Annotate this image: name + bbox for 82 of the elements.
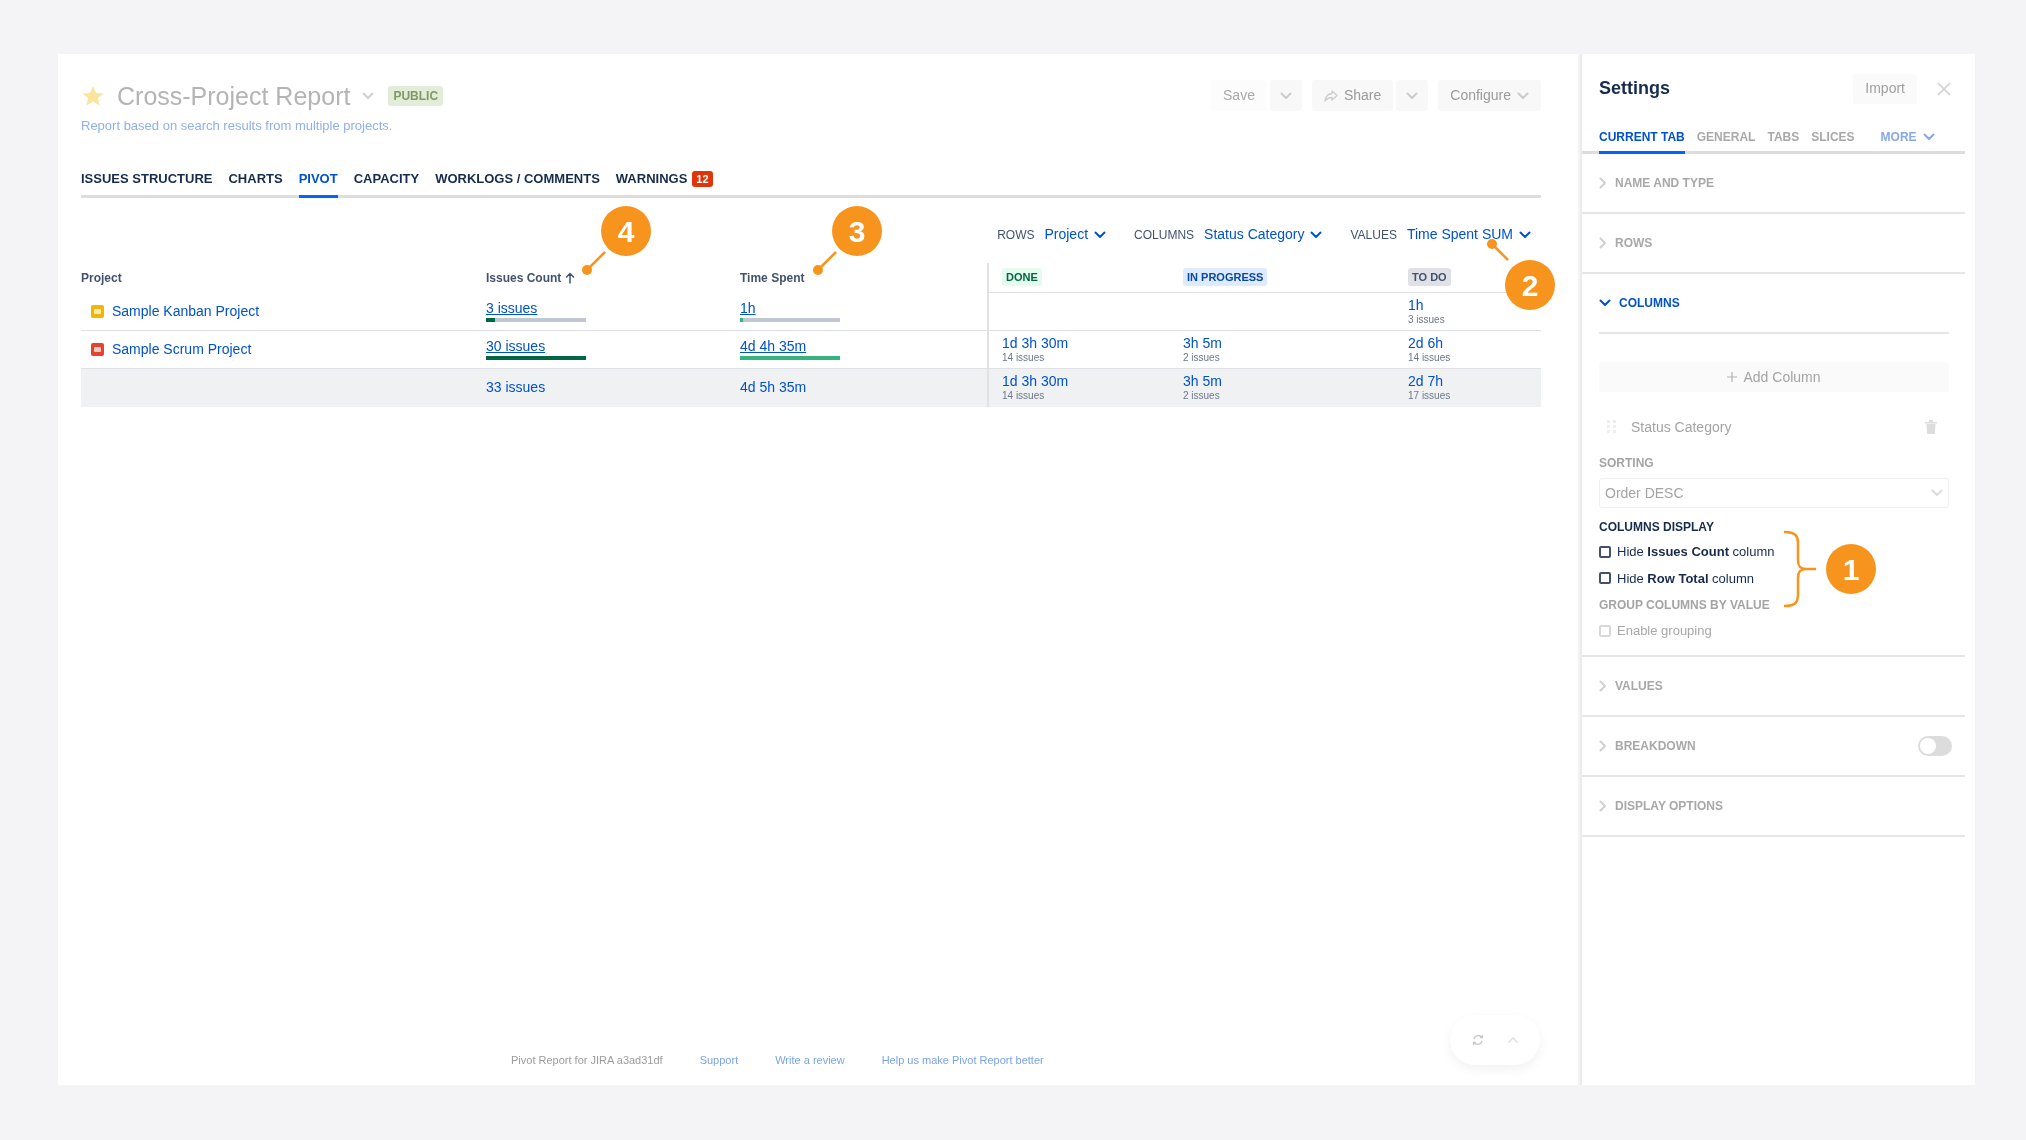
chevron-down-icon [1279,91,1292,100]
field-label: COLUMNS DISPLAY [1599,519,1715,536]
total-link[interactable]: 4d 5h 35m [740,377,807,398]
chevron-right-icon [1599,679,1607,692]
column-header[interactable]: Time Spent [740,262,987,293]
report-title: Cross-Project Report [117,83,351,109]
checkbox-label: Enable grouping [1617,622,1712,640]
value-link[interactable]: 1h [1408,296,1424,314]
checkbox-label: Hide Row Total column [1617,569,1755,588]
option-label: ROWS [997,226,1035,244]
value-link[interactable]: 3h 5m [1183,334,1222,352]
issue-count: 14 issues [1002,390,1045,402]
issue-count: 2 issues [1183,351,1220,364]
issue-count: 17 issues [1408,390,1451,402]
column-header[interactable]: Issues Count [486,262,740,293]
status-lozenge: IN PROGRESS [1183,267,1268,287]
project-link[interactable]: Sample Kanban Project [112,300,260,322]
toggle-switch[interactable] [1918,735,1952,756]
checkbox-label: Hide Issues Count column [1617,543,1775,561]
tab[interactable]: WARNINGS 12 [615,169,713,198]
trash-icon [1925,420,1937,434]
close-button[interactable] [1935,79,1953,98]
dropdown-button[interactable] [1269,80,1302,111]
plus-icon [1727,372,1738,382]
chevron-right-icon [1599,177,1607,189]
total-link[interactable]: 33 issues [486,377,546,398]
public-badge: PUBLIC [388,86,444,106]
chevron-down-icon [1094,230,1107,239]
value-link[interactable]: 3 issues [486,300,538,317]
checkbox[interactable] [1599,545,1611,558]
footer-text: Pivot Report for JIRA a3ad31df [511,1052,663,1068]
panel-title: Settings [1599,77,1670,100]
chevron-down-icon [1599,299,1611,307]
field-label: SORTING [1599,455,1655,472]
count-badge: 12 [692,170,713,187]
issue-count: 14 issues [1408,351,1451,364]
value-link[interactable]: 1h [740,300,756,317]
tab[interactable]: ISSUES STRUCTURE [81,169,213,198]
option-dropdown[interactable]: Time Spent SUM [1406,224,1531,245]
chevron-down-icon [1406,91,1419,100]
value-link[interactable]: 2d 6h [1408,334,1444,352]
chevron-down-icon [1931,489,1943,497]
chevron-down-icon [1922,133,1935,141]
value-link[interactable]: 4d 4h 35m [740,338,807,355]
caret-icon [362,92,375,100]
status-lozenge: TO DO [1408,267,1451,287]
project-link[interactable]: Sample Scrum Project [112,338,252,360]
option-dropdown[interactable]: Status Category [1204,224,1323,245]
value-link[interactable]: 1d 3h 30m [1002,373,1069,390]
chevron-right-icon [1599,237,1607,249]
refresh-icon [1470,1033,1485,1047]
checkbox[interactable] [1599,572,1611,585]
report-description: Report based on search results from multiple projects. [81,117,394,135]
chevron-right-icon [1599,799,1607,812]
chevron-right-icon [1599,739,1607,752]
chevron-down-icon [1519,230,1531,239]
option-label: COLUMNS [1134,226,1195,244]
issue-count: 14 issues [1002,351,1045,364]
field-label: GROUP COLUMNS BY VALUE [1599,597,1771,614]
share-icon [1323,89,1338,102]
sort-ascending-icon [565,271,576,284]
tab[interactable]: CAPACITY [353,169,420,198]
dropdown-button[interactable] [1396,80,1429,111]
tab[interactable]: WORKLOGS / COMMENTS [435,169,600,198]
value-link[interactable]: 2d 7h [1408,373,1444,390]
tab[interactable]: PIVOT [298,169,338,198]
value-link[interactable]: 3h 5m [1183,373,1222,390]
option-label: VALUES [1350,226,1397,244]
value-link[interactable]: 30 issues [486,338,546,355]
option-dropdown[interactable]: Project [1044,224,1107,245]
settings-tab[interactable]: CURRENT TAB [1599,128,1685,154]
chevron-down-icon [1517,91,1529,100]
issue-count: 2 issues [1183,390,1220,402]
issue-count: 3 issues [1408,313,1445,326]
caret-up-icon [1506,1036,1519,1044]
value-link[interactable]: 1d 3h 30m [1002,334,1069,352]
close-icon [1937,81,1951,96]
tab[interactable]: CHARTS [228,169,283,198]
column-header[interactable]: Project [81,262,486,293]
status-lozenge: DONE [1002,267,1042,287]
section-header[interactable]: COLUMNS [1599,294,1680,312]
chevron-down-icon [1310,230,1323,239]
